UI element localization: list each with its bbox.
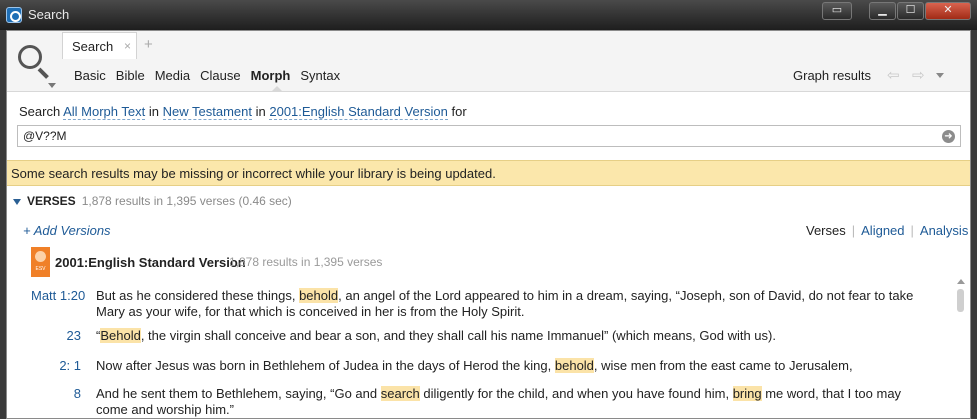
verse-reference-link[interactable]: 23	[7, 328, 81, 343]
verse-text: But as he considered these things, behol…	[96, 288, 936, 320]
graph-results-button[interactable]: Graph results	[793, 68, 871, 83]
verse-text: “Behold, the virgin shall conceive and b…	[96, 328, 936, 344]
verse-text-segment: diligently for the child, and when you h…	[419, 386, 733, 401]
query-text: @V??M	[23, 129, 67, 143]
chevron-down-icon	[48, 83, 56, 88]
add-versions-link[interactable]: + Add Versions	[23, 223, 111, 238]
highlighted-match[interactable]: Behold	[100, 328, 141, 343]
view-tab-verses[interactable]: Verses	[806, 223, 846, 238]
verse-text: Now after Jesus was born in Bethlehem of…	[96, 358, 936, 374]
results-view-tabs: Verses | Aligned | Analysis	[806, 223, 968, 238]
search-type-morph[interactable]: Morph	[251, 68, 291, 83]
in-label: in	[255, 104, 266, 119]
verses-label: VERSES	[27, 194, 76, 208]
view-tab-analysis[interactable]: Analysis	[920, 223, 968, 238]
minimize-button[interactable]: ▁	[869, 2, 896, 20]
search-type-clause[interactable]: Clause	[200, 68, 240, 83]
panel-layout-icon: ▭	[831, 4, 843, 16]
verse-text: And he sent them to Bethlehem, saying, “…	[96, 386, 936, 418]
verse-text-segment: But as he considered these things,	[96, 288, 300, 303]
highlighted-match[interactable]: behold	[299, 288, 339, 303]
active-type-marker	[271, 86, 283, 92]
library-update-warning: Some search results may be missing or in…	[7, 160, 970, 186]
forward-arrow-icon[interactable]: ⇨	[912, 66, 925, 84]
resource-name[interactable]: 2001:English Standard Version	[55, 255, 246, 270]
scroll-up-icon[interactable]	[957, 279, 965, 284]
verse-text-segment: Now after Jesus was born in Bethlehem of…	[96, 358, 555, 373]
history-dropdown-icon[interactable]	[936, 73, 944, 78]
collapse-triangle-icon[interactable]	[13, 198, 21, 205]
range-selector[interactable]: New Testament	[162, 104, 252, 120]
panel-layout-button[interactable]: ▭	[822, 2, 852, 20]
back-arrow-icon[interactable]: ⇦	[887, 66, 900, 84]
verses-section-header[interactable]: VERSES 1,878 results in 1,395 verses (0.4…	[13, 194, 292, 208]
scroll-thumb[interactable]	[957, 289, 964, 312]
window-title: Search	[28, 7, 70, 22]
search-panel: Search × + Basic Bible Media Clause Morph Syn…	[6, 30, 971, 419]
close-window-button[interactable]: ✕	[925, 2, 971, 20]
search-type-bible[interactable]: Bible	[116, 68, 145, 83]
search-header: Search × + Basic Bible Media Clause Morph Syn…	[7, 31, 970, 92]
results-count: 1,878 results in 1,395 verses (0.46 sec)	[81, 194, 292, 208]
magnifier-icon	[18, 45, 42, 69]
verse-reference-link[interactable]: 2: 1	[7, 358, 81, 373]
tab-label: Search	[72, 39, 114, 54]
minimize-icon: ▁	[878, 4, 887, 16]
version-selector[interactable]: 2001:English Standard Version	[269, 104, 448, 120]
esv-tag: ESV	[35, 266, 46, 272]
highlighted-match[interactable]: behold	[554, 358, 594, 373]
close-icon: ✕	[943, 4, 953, 16]
maximize-icon: ☐	[905, 4, 916, 16]
search-menu-icon[interactable]	[15, 41, 56, 88]
resource-count: 1,878 results in 1,395 verses	[229, 255, 383, 269]
divider: |	[851, 223, 856, 238]
go-arrow-icon[interactable]: ➜	[942, 130, 955, 143]
search-definition: Search All Morph Text in New Testament i…	[19, 104, 467, 120]
search-type-syntax[interactable]: Syntax	[300, 68, 340, 83]
search-prefix: Search	[19, 104, 61, 119]
scope-selector[interactable]: All Morph Text	[63, 104, 146, 120]
verse-text-segment: And he sent them to Bethlehem, saying, “…	[96, 386, 381, 401]
verse-text-segment: , the virgin shall conceive and bear a s…	[140, 328, 776, 343]
maximize-button[interactable]: ☐	[897, 2, 924, 20]
magnifier-handle	[37, 67, 49, 79]
verse-text-segment: , wise men from the east came to Jerusal…	[593, 358, 853, 373]
search-type-nav: Basic Bible Media Clause Morph Syntax	[74, 68, 350, 83]
highlighted-match[interactable]: bring	[732, 386, 762, 401]
warning-text: Some search results may be missing or in…	[11, 166, 496, 181]
view-tab-aligned[interactable]: Aligned	[861, 223, 904, 238]
tab-close-icon[interactable]: ×	[124, 39, 131, 53]
esv-book-icon[interactable]: ESV	[31, 247, 50, 277]
verse-reference-link[interactable]: Matt 1:20	[31, 288, 85, 303]
add-tab-icon[interactable]: +	[144, 36, 153, 53]
results-scrollbar[interactable]	[956, 279, 965, 417]
search-input[interactable]: @V??M ➜	[17, 125, 961, 147]
search-type-basic[interactable]: Basic	[74, 68, 106, 83]
app-logo-icon	[6, 7, 22, 23]
tab-search[interactable]: Search ×	[62, 32, 137, 59]
window-titlebar: Search ▭ ▁ ☐ ✕	[0, 0, 977, 30]
verse-reference-link[interactable]: 8	[7, 386, 81, 401]
for-label: for	[451, 104, 467, 119]
in-label: in	[148, 104, 159, 119]
divider: |	[910, 223, 914, 238]
search-type-media[interactable]: Media	[155, 68, 190, 83]
highlighted-match[interactable]: search	[380, 386, 420, 401]
